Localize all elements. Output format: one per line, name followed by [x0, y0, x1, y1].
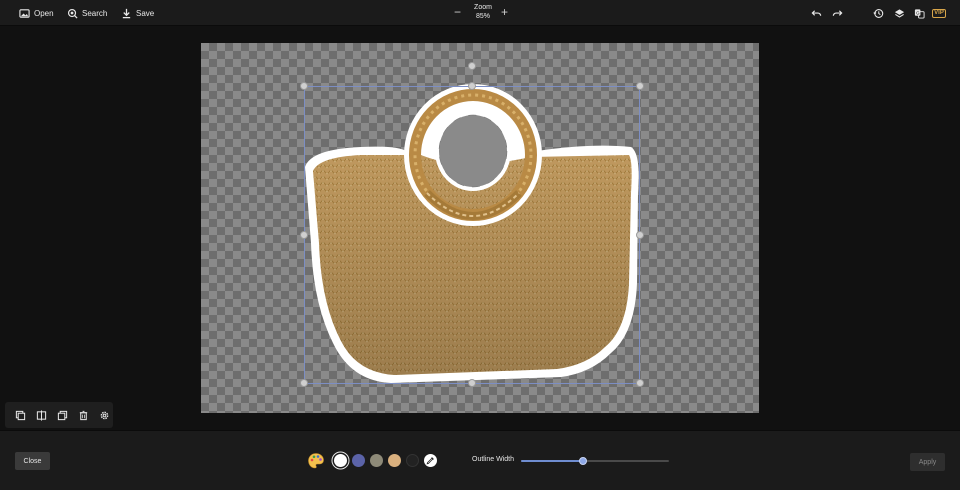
canvas-stage: [0, 27, 960, 430]
arrange-button[interactable]: [54, 407, 70, 423]
resize-handle-top-left[interactable]: [300, 82, 308, 90]
svg-text:G: G: [916, 10, 920, 15]
palette-button[interactable]: [307, 452, 325, 470]
settings-icon: [100, 411, 108, 419]
flip-button[interactable]: [33, 407, 49, 423]
duplicate-icon: [15, 410, 25, 420]
swatch-gray-green[interactable]: [370, 454, 383, 467]
vip-button[interactable]: VIP: [932, 6, 946, 20]
object-toolbar: [5, 402, 113, 428]
resize-handle-bottom-right[interactable]: [636, 379, 644, 387]
search-button[interactable]: Search: [67, 5, 107, 21]
duplicate-button[interactable]: [12, 407, 28, 423]
outline-width-slider[interactable]: [521, 457, 669, 465]
save-button[interactable]: Save: [121, 5, 154, 21]
search-icon: [67, 8, 78, 19]
swatch-white[interactable]: [334, 454, 347, 467]
layers-icon: [894, 8, 904, 18]
translate-button[interactable]: G: [912, 6, 926, 20]
undo-icon: [811, 9, 821, 16]
palette-icon: [308, 453, 324, 469]
outline-width-label: Outline Width: [472, 456, 515, 463]
translate-icon: G: [914, 8, 925, 19]
selection-box[interactable]: [304, 86, 640, 384]
swatch-tan[interactable]: [388, 454, 401, 467]
close-button[interactable]: Close: [15, 452, 50, 470]
resize-handle-left[interactable]: [300, 231, 308, 239]
history-button[interactable]: [871, 6, 885, 20]
redo-icon: [832, 9, 842, 16]
layers-button[interactable]: [892, 6, 906, 20]
resize-handle-top[interactable]: [468, 82, 476, 90]
zoom-value: 85%: [475, 13, 490, 20]
image-icon: [19, 8, 30, 18]
settings-button[interactable]: [96, 407, 112, 423]
image-canvas[interactable]: [201, 43, 759, 413]
outline-panel: Close Outline Width Apply: [0, 430, 960, 490]
open-button[interactable]: Open: [19, 5, 54, 21]
resize-handle-top-right[interactable]: [636, 82, 644, 90]
swatch-black[interactable]: [406, 454, 419, 467]
history-icon: [872, 8, 883, 18]
slider-thumb[interactable]: [579, 457, 588, 465]
search-label: Search: [82, 8, 108, 18]
zoom-label: Zoom: [474, 4, 492, 11]
delete-icon: [79, 410, 87, 420]
redo-button[interactable]: [830, 6, 844, 20]
rotate-handle[interactable]: [468, 62, 476, 70]
resize-handle-right[interactable]: [636, 231, 644, 239]
apply-button[interactable]: Apply: [910, 453, 945, 471]
arrange-icon: [57, 410, 67, 420]
flip-icon: [36, 409, 46, 421]
resize-handle-bottom[interactable]: [468, 379, 476, 387]
eyedropper-icon: [426, 457, 434, 465]
swatch-blue[interactable]: [352, 454, 365, 467]
download-icon: [122, 8, 131, 18]
zoom-out-button[interactable]: −: [454, 6, 461, 18]
zoom-in-button[interactable]: +: [501, 6, 508, 18]
slider-fill: [521, 460, 584, 462]
save-label: Save: [136, 8, 155, 18]
top-toolbar: Open Search Save − Zoom 85% + G VIP: [0, 0, 960, 26]
undo-button[interactable]: [809, 6, 823, 20]
delete-button[interactable]: [75, 407, 91, 423]
eyedropper-button[interactable]: [424, 454, 437, 467]
vip-badge: VIP: [932, 8, 946, 18]
open-label: Open: [34, 8, 54, 18]
resize-handle-bottom-left[interactable]: [300, 379, 308, 387]
zoom-control: − Zoom 85% +: [450, 2, 516, 24]
